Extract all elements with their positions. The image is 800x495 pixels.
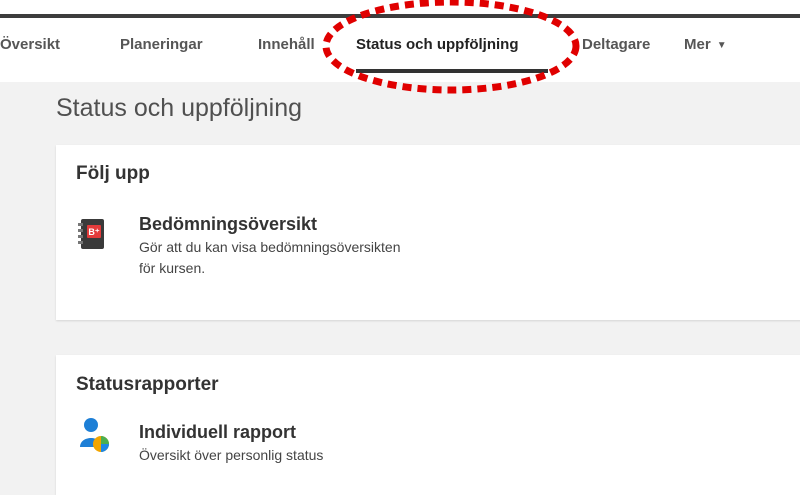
tab-mer[interactable]: Mer ▼ [684, 36, 727, 53]
gradebook-icon: B⁺ [78, 217, 106, 256]
header-divider [0, 14, 800, 18]
item-description-line2: för kursen. [139, 260, 206, 276]
item-description: Gör att du kan visa bedömningsöversikten… [139, 237, 519, 279]
course-tabs: Översikt Planeringar Innehåll Status och… [0, 30, 800, 70]
tab-planeringar[interactable]: Planeringar [120, 36, 203, 53]
chevron-down-icon: ▼ [716, 40, 727, 51]
section-title: Följ upp [76, 163, 150, 184]
tab-mer-label: Mer [684, 36, 711, 53]
section-card-folj-upp: Följ upp B⁺ Bedömningsöversikt Gör att d… [56, 145, 800, 320]
section-title: Statusrapporter [76, 374, 219, 395]
user-report-icon [78, 417, 110, 458]
tab-oversikt[interactable]: Översikt [0, 36, 60, 53]
tab-deltagare[interactable]: Deltagare [582, 36, 650, 53]
bedomningsoversikt-link[interactable]: Bedömningsöversikt [139, 214, 317, 235]
svg-text:B⁺: B⁺ [88, 227, 99, 237]
top-navigation-bar: Översikt Planeringar Innehåll Status och… [0, 0, 800, 82]
section-card-statusrapporter: Statusrapporter Individuell rapport Över… [56, 355, 800, 495]
page-title: Status och uppföljning [56, 94, 303, 122]
item-description: Översikt över personlig status [139, 447, 324, 463]
individuell-rapport-link[interactable]: Individuell rapport [139, 422, 296, 443]
active-tab-indicator [356, 69, 548, 73]
tab-innehall[interactable]: Innehåll [258, 36, 315, 53]
tab-status-och-uppfoljning[interactable]: Status och uppföljning [356, 36, 518, 53]
item-description-line1: Gör att du kan visa bedömningsöversikten [139, 239, 401, 255]
